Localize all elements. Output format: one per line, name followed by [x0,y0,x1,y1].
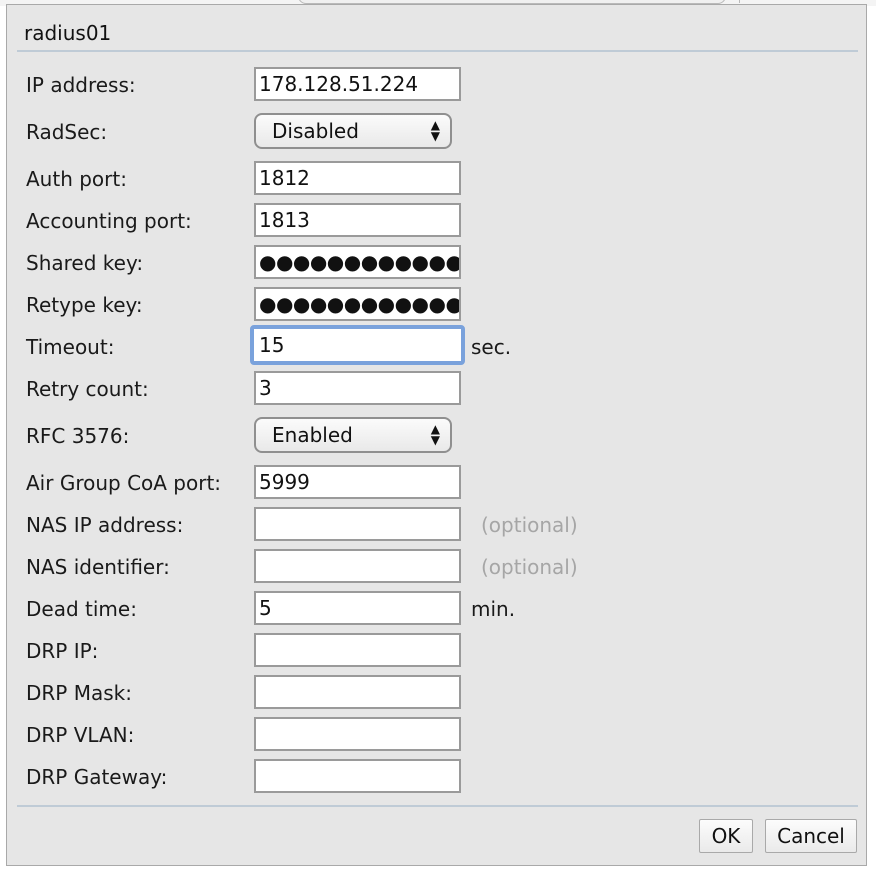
air-group-coa-port-label: Air Group CoA port: [26,471,222,495]
ok-button[interactable]: OK [699,819,753,853]
radsec-label: RadSec: [26,120,108,144]
dead-time-unit: min. [471,597,516,621]
retry-count-field[interactable]: 3 [254,371,461,405]
rfc3576-label: RFC 3576: [26,424,130,448]
drp-gateway-field[interactable] [254,759,461,793]
drp-vlan-field[interactable] [254,717,461,751]
radsec-select[interactable]: Disabled ▲ ▼ [254,113,452,149]
retype-key-field[interactable]: ●●●●●●●●●●●●●●●●●● [254,287,461,321]
timeout-label: Timeout: [26,335,115,359]
nas-identifier-label: NAS identifier: [26,555,170,579]
drp-ip-label: DRP IP: [26,639,99,663]
drp-ip-field[interactable] [254,633,461,667]
rfc3576-selected-value: Enabled [272,423,353,447]
drp-mask-field[interactable] [254,675,461,709]
timeout-field[interactable]: 15 [250,325,465,365]
rfc3576-select[interactable]: Enabled ▲ ▼ [254,417,452,453]
nas-identifier-optional-hint: (optional) [481,555,578,579]
drp-mask-label: DRP Mask: [26,681,132,705]
ip-address-label: IP address: [26,73,136,97]
nas-identifier-field[interactable] [254,549,461,583]
up-down-arrows-icon: ▲ ▼ [430,422,440,447]
footer-divider [17,805,858,807]
retype-key-label: Retype key: [26,293,143,317]
accounting-port-field[interactable]: 1813 [254,203,461,237]
background-divider [739,0,740,3]
nas-ip-address-field[interactable] [254,507,461,541]
radsec-selected-value: Disabled [272,119,359,143]
dead-time-field[interactable]: 5 [254,591,461,625]
timeout-unit: sec. [471,335,512,359]
nas-ip-address-optional-hint: (optional) [481,513,578,537]
shared-key-label: Shared key: [26,251,144,275]
air-group-coa-port-field[interactable]: 5999 [254,465,461,499]
up-down-arrows-icon: ▲ ▼ [430,118,440,143]
auth-port-field[interactable]: 1812 [254,161,461,195]
drp-vlan-label: DRP VLAN: [26,723,135,747]
radius-server-dialog: radius01 IP address: 178.128.51.224 RadS… [6,4,867,866]
title-divider [17,50,858,52]
retry-count-label: Retry count: [26,377,149,401]
accounting-port-label: Accounting port: [26,209,192,233]
auth-port-label: Auth port: [26,167,127,191]
cancel-button[interactable]: Cancel [765,819,857,853]
dialog-title: radius01 [24,21,112,45]
dead-time-label: Dead time: [26,597,137,621]
shared-key-field[interactable]: ●●●●●●●●●●●●●●●●●● [254,245,461,279]
ip-address-field[interactable]: 178.128.51.224 [254,67,461,101]
drp-gateway-label: DRP Gateway: [26,765,168,789]
nas-ip-address-label: NAS IP address: [26,513,184,537]
